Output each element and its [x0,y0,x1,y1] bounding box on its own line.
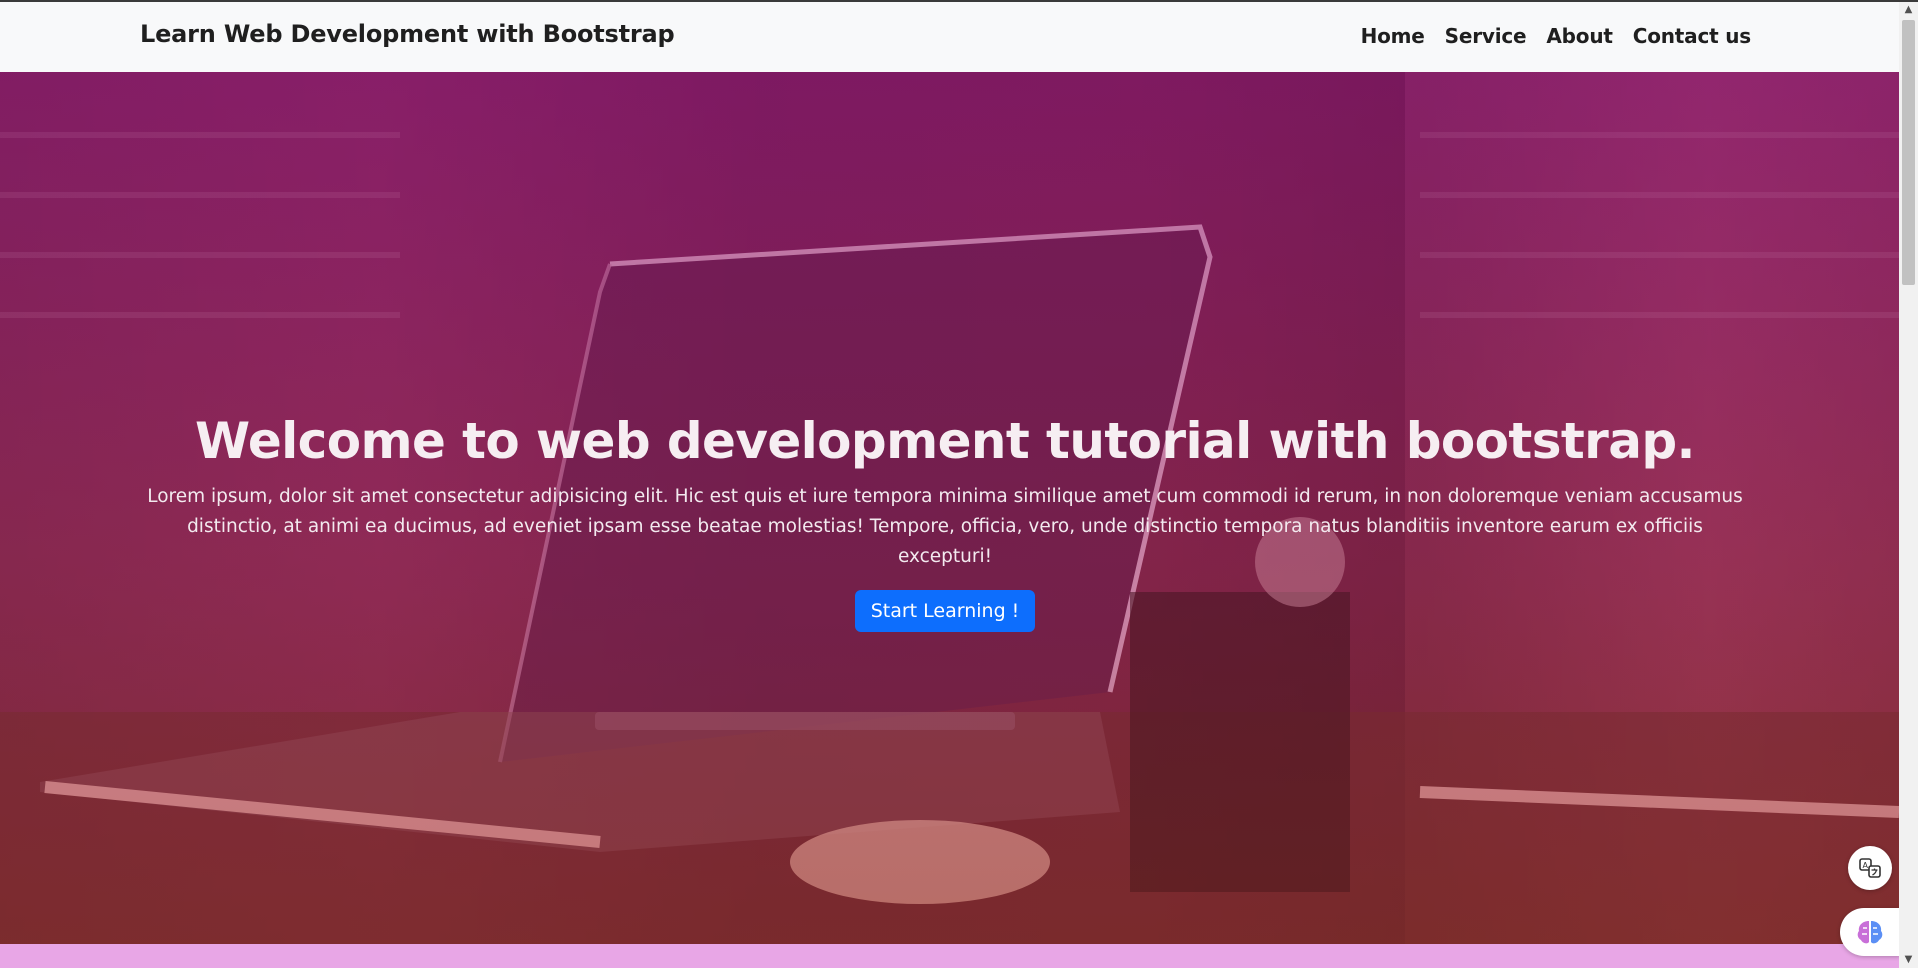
next-section-strip [0,944,1899,968]
scroll-down-arrow-icon[interactable]: ▼ [1899,952,1918,968]
hero-title: Welcome to web development tutorial with… [195,412,1696,470]
vertical-scrollbar[interactable]: ▲ ▼ [1899,2,1918,968]
navbar: Learn Web Development with Bootstrap Hom… [0,2,1899,73]
nav-link-home[interactable]: Home [1361,24,1425,48]
nav-links: Home Service About Contact us [1361,24,1752,48]
nav-link-contact[interactable]: Contact us [1633,24,1751,48]
translate-icon: A [1859,858,1881,878]
ai-assistant-button[interactable] [1840,908,1900,956]
svg-text:A: A [1863,861,1869,870]
scrollbar-thumb[interactable] [1902,20,1915,285]
translate-button[interactable]: A [1848,846,1892,890]
hero-section: Welcome to web development tutorial with… [0,72,1899,944]
navbar-brand[interactable]: Learn Web Development with Bootstrap [140,20,675,48]
nav-link-about[interactable]: About [1546,24,1613,48]
start-learning-button[interactable]: Start Learning ! [854,590,1036,632]
hero-description: Lorem ipsum, dolor sit amet consectetur … [147,486,1743,567]
scroll-up-arrow-icon[interactable]: ▲ [1899,2,1918,18]
nav-link-service[interactable]: Service [1445,24,1527,48]
ai-assistant-icon [1857,921,1883,944]
hero-content: Welcome to web development tutorial with… [140,412,1750,632]
